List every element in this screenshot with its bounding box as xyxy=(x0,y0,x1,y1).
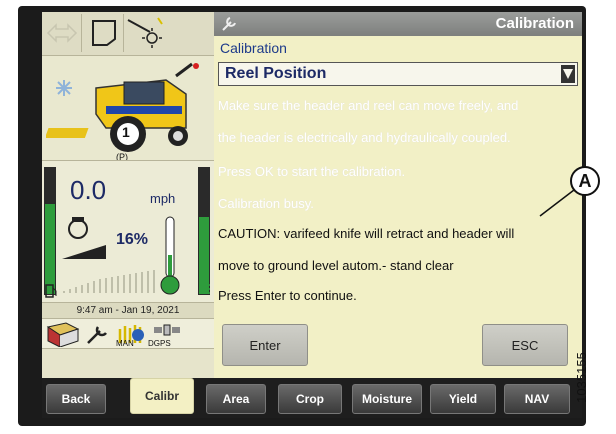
figure-number-text: 1035155 xyxy=(573,352,589,403)
figure-number: 1035155 xyxy=(574,340,614,420)
callout-leader xyxy=(539,189,575,217)
callout-a: A xyxy=(570,166,600,196)
